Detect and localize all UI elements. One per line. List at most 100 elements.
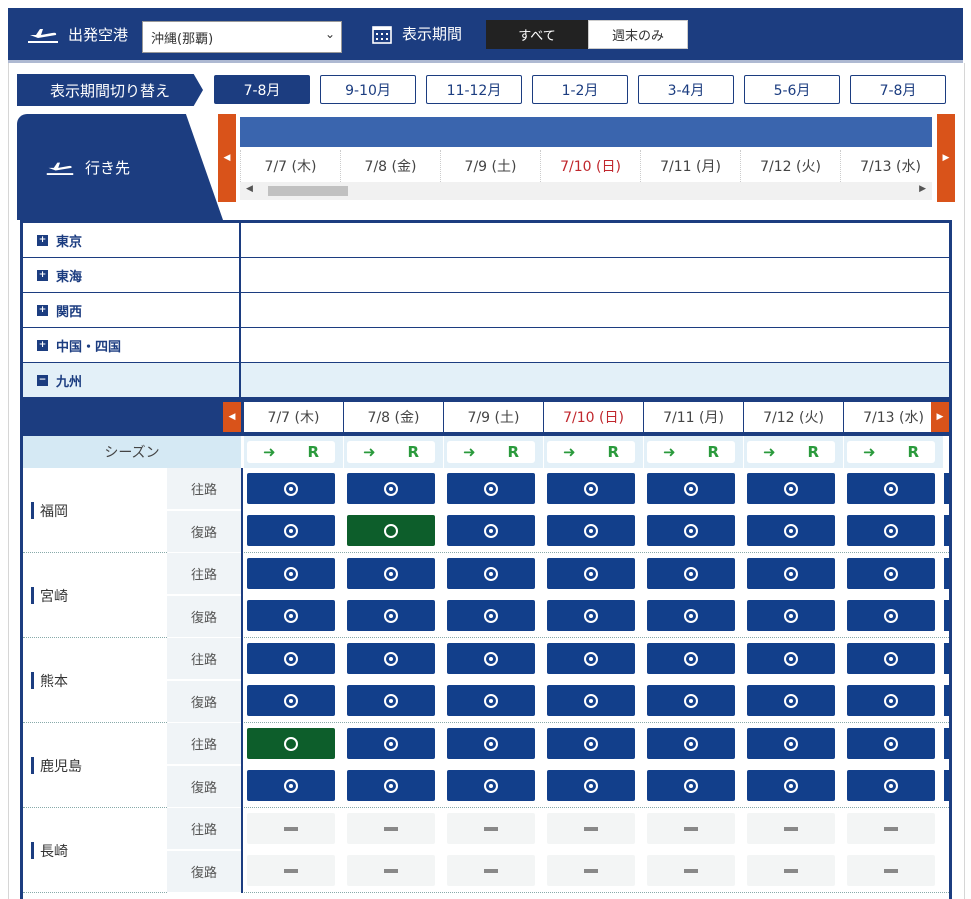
- expand-plus-icon[interactable]: +: [37, 339, 48, 351]
- region-row[interactable]: + 関西: [23, 293, 949, 328]
- dash-icon: [684, 868, 698, 873]
- unavailable-cell: [547, 855, 635, 886]
- toggle-weekend-button[interactable]: 週末のみ: [588, 20, 688, 49]
- fare-cell-button[interactable]: [547, 558, 635, 589]
- fare-cell-button[interactable]: [547, 770, 635, 801]
- unavailable-cell: [247, 813, 335, 844]
- fare-cell-button[interactable]: [547, 728, 635, 759]
- period-tab[interactable]: 5-6月: [744, 75, 840, 104]
- scroll-right-icon[interactable]: ▶: [919, 184, 926, 194]
- fare-cell-button[interactable]: [847, 600, 935, 631]
- fare-cell-button[interactable]: [447, 728, 535, 759]
- next-week-button[interactable]: ▶: [931, 402, 949, 432]
- fare-cell-button[interactable]: [647, 558, 735, 589]
- fare-cell-button[interactable]: [547, 643, 635, 674]
- region-name-cell: − 九州: [23, 363, 241, 397]
- region-label: 関西: [56, 304, 83, 320]
- region-row[interactable]: + 東海: [23, 258, 949, 293]
- fare-cell-button[interactable]: [347, 600, 435, 631]
- period-tab[interactable]: 1-2月: [532, 75, 628, 104]
- fare-cell-button[interactable]: [847, 643, 935, 674]
- fare-cell-button[interactable]: [747, 515, 835, 546]
- horizontal-scrollbar[interactable]: ◀ ▶: [240, 182, 932, 200]
- circle-dot-icon: [584, 481, 598, 496]
- fare-cell-button[interactable]: [247, 473, 335, 504]
- expand-plus-icon[interactable]: +: [37, 269, 48, 281]
- fare-cell-button[interactable]: [447, 473, 535, 504]
- region-row[interactable]: + 東京: [23, 223, 949, 258]
- region-row[interactable]: + 中国・四国: [23, 328, 949, 363]
- fare-cell-button[interactable]: [447, 558, 535, 589]
- expand-plus-icon[interactable]: +: [37, 304, 48, 316]
- fare-cell-button[interactable]: [747, 728, 835, 759]
- fare-cell-button[interactable]: [847, 473, 935, 504]
- fare-cell-button[interactable]: [347, 685, 435, 716]
- fare-cell-button[interactable]: [347, 558, 435, 589]
- circle-dot-icon: [284, 523, 298, 538]
- fare-cell-button[interactable]: [347, 770, 435, 801]
- fare-cell-button[interactable]: [447, 685, 535, 716]
- date-strip-header: [240, 117, 932, 147]
- period-tab[interactable]: 7-8月: [850, 75, 946, 104]
- fare-cell-button[interactable]: [447, 643, 535, 674]
- fare-cell-button[interactable]: [647, 515, 735, 546]
- prev-dates-button[interactable]: ◀: [218, 114, 236, 202]
- period-tab[interactable]: 3-4月: [638, 75, 734, 104]
- collapse-minus-icon[interactable]: −: [37, 374, 48, 386]
- fare-cell-button[interactable]: [747, 643, 835, 674]
- fare-cell-button[interactable]: [247, 770, 335, 801]
- fare-cell-button[interactable]: [747, 558, 835, 589]
- chevron-left-icon: ◀: [223, 153, 231, 163]
- dash-icon: [784, 826, 798, 831]
- season-r-mark: R: [407, 443, 420, 461]
- fare-cell-button[interactable]: [647, 600, 735, 631]
- season-r-mark: R: [307, 443, 320, 461]
- fare-cell-button[interactable]: [247, 728, 335, 759]
- fare-cell-button[interactable]: [447, 515, 535, 546]
- fare-cell-button[interactable]: [347, 515, 435, 546]
- fare-cell-button[interactable]: [647, 685, 735, 716]
- fare-cell-button[interactable]: [247, 685, 335, 716]
- departure-select[interactable]: 沖縄(那覇) ⌄: [142, 21, 342, 53]
- fare-cell-button[interactable]: [747, 685, 835, 716]
- expand-plus-icon[interactable]: +: [37, 234, 48, 246]
- region-row[interactable]: − 九州: [23, 363, 949, 398]
- fare-cell-button[interactable]: [247, 515, 335, 546]
- fare-cell-button[interactable]: [247, 600, 335, 631]
- fare-cell-button[interactable]: [847, 685, 935, 716]
- fare-cell-button[interactable]: [347, 728, 435, 759]
- circle-dot-icon: [684, 736, 698, 751]
- fare-cell-button[interactable]: [547, 685, 635, 716]
- fare-cell-button[interactable]: [547, 515, 635, 546]
- season-r-mark: R: [507, 443, 520, 461]
- fare-cell-button[interactable]: [347, 473, 435, 504]
- fare-cell-button[interactable]: [347, 643, 435, 674]
- fare-cell-button[interactable]: [247, 643, 335, 674]
- fare-cell-button[interactable]: [547, 600, 635, 631]
- column-divider: [241, 638, 243, 723]
- fare-cell-button[interactable]: [247, 558, 335, 589]
- period-tab[interactable]: 11-12月: [426, 75, 522, 104]
- fare-cell-button[interactable]: [647, 643, 735, 674]
- fare-cell-button[interactable]: [847, 515, 935, 546]
- fare-cell-button[interactable]: [447, 770, 535, 801]
- fare-cell-button[interactable]: [647, 473, 735, 504]
- fare-cell-button[interactable]: [847, 770, 935, 801]
- period-tab[interactable]: 9-10月: [320, 75, 416, 104]
- next-dates-button[interactable]: ▶: [937, 114, 955, 202]
- toggle-all-button[interactable]: すべて: [486, 20, 588, 49]
- period-tab[interactable]: 7-8月: [214, 75, 310, 104]
- fare-cell-button[interactable]: [647, 770, 735, 801]
- fare-cell-button[interactable]: [847, 558, 935, 589]
- fare-cell-button[interactable]: [747, 473, 835, 504]
- scrollbar-thumb[interactable]: [268, 186, 348, 196]
- prev-week-button[interactable]: ◀: [223, 402, 241, 432]
- fare-cell-button[interactable]: [447, 600, 535, 631]
- fare-cell-button[interactable]: [547, 473, 635, 504]
- scroll-left-icon[interactable]: ◀: [246, 184, 253, 194]
- next-cell-edge: [944, 770, 949, 801]
- fare-cell-button[interactable]: [847, 728, 935, 759]
- fare-cell-button[interactable]: [647, 728, 735, 759]
- fare-cell-button[interactable]: [747, 770, 835, 801]
- fare-cell-button[interactable]: [747, 600, 835, 631]
